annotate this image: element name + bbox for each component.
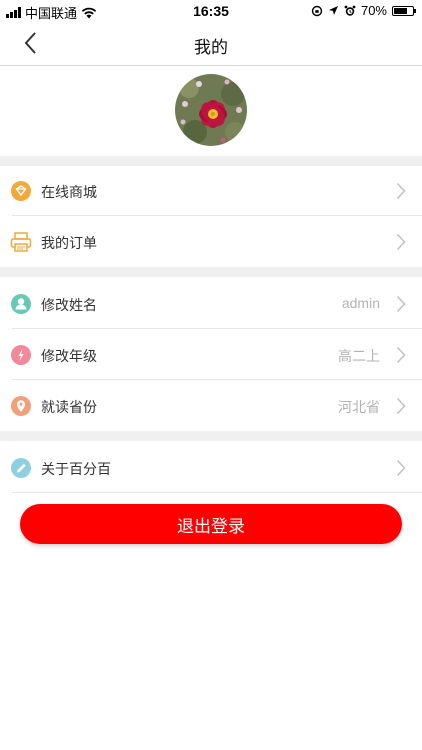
row-divider [12, 492, 422, 493]
location-icon [11, 396, 31, 416]
menu-item-online-mall[interactable]: 在线商城 [0, 166, 422, 216]
menu-item-about[interactable]: 关于百分百 [0, 441, 422, 493]
avatar[interactable] [175, 74, 247, 146]
menu-label: 修改年级 [41, 348, 97, 364]
status-right: 70% [311, 3, 416, 18]
page-title: 我的 [194, 38, 228, 57]
page-bottom-space [0, 543, 422, 750]
chevron-right-icon [396, 346, 406, 364]
chevron-right-icon [396, 459, 406, 477]
row-divider [12, 215, 422, 216]
menu-value: 河北省 [338, 399, 380, 415]
menu-item-my-orders[interactable]: 我的订单 [0, 217, 422, 267]
menu-item-edit-grade[interactable]: 修改年级 高二上 [0, 329, 422, 380]
menu-label: 修改姓名 [41, 297, 97, 313]
menu-item-edit-name[interactable]: 修改姓名 admin [0, 277, 422, 329]
chevron-right-icon [396, 233, 406, 251]
battery-percent: 70% [360, 3, 387, 18]
menu-label: 在线商城 [41, 184, 97, 200]
menu-value: 高二上 [338, 348, 380, 364]
person-icon [11, 294, 31, 314]
menu-label: 就读省份 [41, 399, 97, 415]
status-bar: 中国联通 16:35 70% [0, 0, 422, 22]
edit-grade-icon [11, 345, 31, 365]
rotation-lock-icon [311, 5, 323, 16]
menu-item-province[interactable]: 就读省份 河北省 [0, 380, 422, 431]
pencil-icon [11, 458, 31, 478]
menu-label: 关于百分百 [41, 461, 111, 477]
section-divider [0, 431, 422, 441]
logout-button[interactable]: 退出登录 [20, 504, 402, 544]
location-arrow-icon [328, 6, 338, 15]
nav-bar: 我的 [0, 22, 422, 66]
chevron-right-icon [396, 397, 406, 415]
alarm-icon [344, 5, 356, 16]
battery-icon [392, 5, 416, 16]
section-divider [0, 156, 422, 166]
flower-avatar-icon [175, 74, 247, 146]
profile-header [0, 66, 422, 156]
shop-icon [11, 181, 31, 201]
section-divider [0, 267, 422, 277]
menu-value: admin [341, 295, 380, 311]
chevron-right-icon [396, 295, 406, 313]
chevron-right-icon [396, 182, 406, 200]
printer-icon [10, 232, 32, 252]
menu-label: 我的订单 [41, 235, 97, 251]
